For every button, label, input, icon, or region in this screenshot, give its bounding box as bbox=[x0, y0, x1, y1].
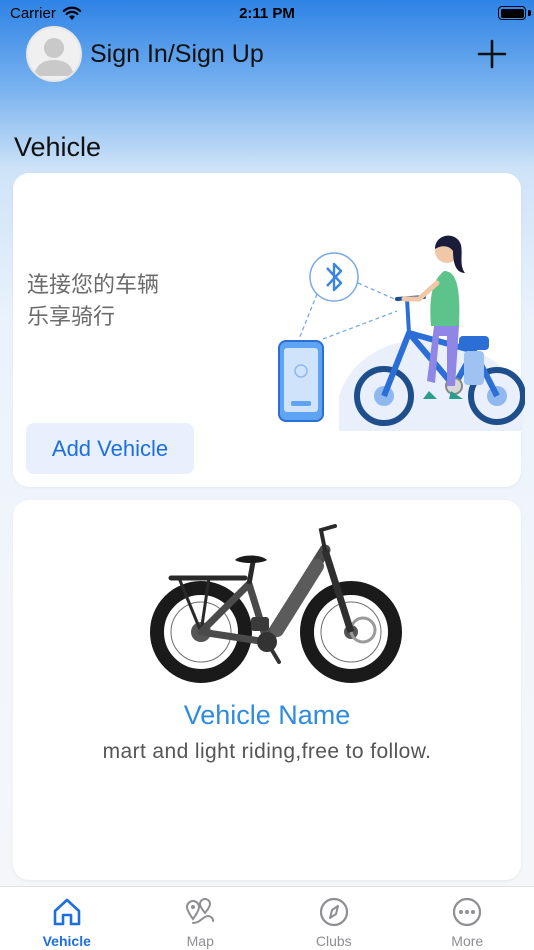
rider-bluetooth-illustration bbox=[278, 235, 525, 431]
connect-line-1: 连接您的车辆 bbox=[27, 272, 160, 297]
compass-icon bbox=[319, 897, 348, 927]
battery-icon bbox=[498, 6, 526, 20]
tab-vehicle[interactable]: Vehicle bbox=[0, 887, 134, 950]
tab-more[interactable]: More bbox=[401, 887, 534, 950]
tab-clubs[interactable]: Clubs bbox=[267, 887, 401, 950]
header: Sign In/Sign Up bbox=[0, 26, 534, 84]
status-bar: Carrier 2:11 PM bbox=[0, 0, 534, 28]
avatar[interactable] bbox=[26, 26, 82, 82]
tab-label-map: Map bbox=[186, 933, 214, 949]
ebike-image bbox=[150, 524, 402, 683]
map-pin-icon bbox=[186, 898, 215, 924]
tab-label-clubs: Clubs bbox=[315, 933, 352, 949]
more-dots-icon bbox=[453, 897, 482, 927]
battery-tip bbox=[528, 10, 531, 16]
tab-bar: Vehicle Map Clubs More bbox=[0, 886, 534, 950]
home-icon bbox=[53, 898, 81, 926]
vehicle-description: mart and light riding,free to follow. bbox=[102, 740, 432, 763]
tab-label-more: More bbox=[451, 933, 484, 949]
add-icon[interactable] bbox=[474, 36, 510, 72]
sign-in-link[interactable]: Sign In/Sign Up bbox=[90, 40, 264, 69]
vehicle-card[interactable]: Vehicle Name mart and light riding,free … bbox=[13, 500, 521, 880]
add-vehicle-button[interactable]: Add Vehicle bbox=[26, 423, 194, 474]
vehicle-name: Vehicle Name bbox=[183, 700, 351, 730]
connect-prompt: 连接您的车辆 乐享骑行 bbox=[27, 269, 159, 333]
tab-label-vehicle: Vehicle bbox=[42, 933, 91, 949]
tab-map[interactable]: Map bbox=[134, 887, 268, 950]
user-placeholder-icon bbox=[34, 38, 74, 76]
section-title: Vehicle bbox=[14, 132, 102, 162]
connect-vehicle-card: 连接您的车辆 乐享骑行 Add Vehicle bbox=[13, 173, 525, 487]
connect-line-2: 乐享骑行 bbox=[27, 304, 116, 329]
status-time: 2:11 PM bbox=[239, 5, 295, 22]
